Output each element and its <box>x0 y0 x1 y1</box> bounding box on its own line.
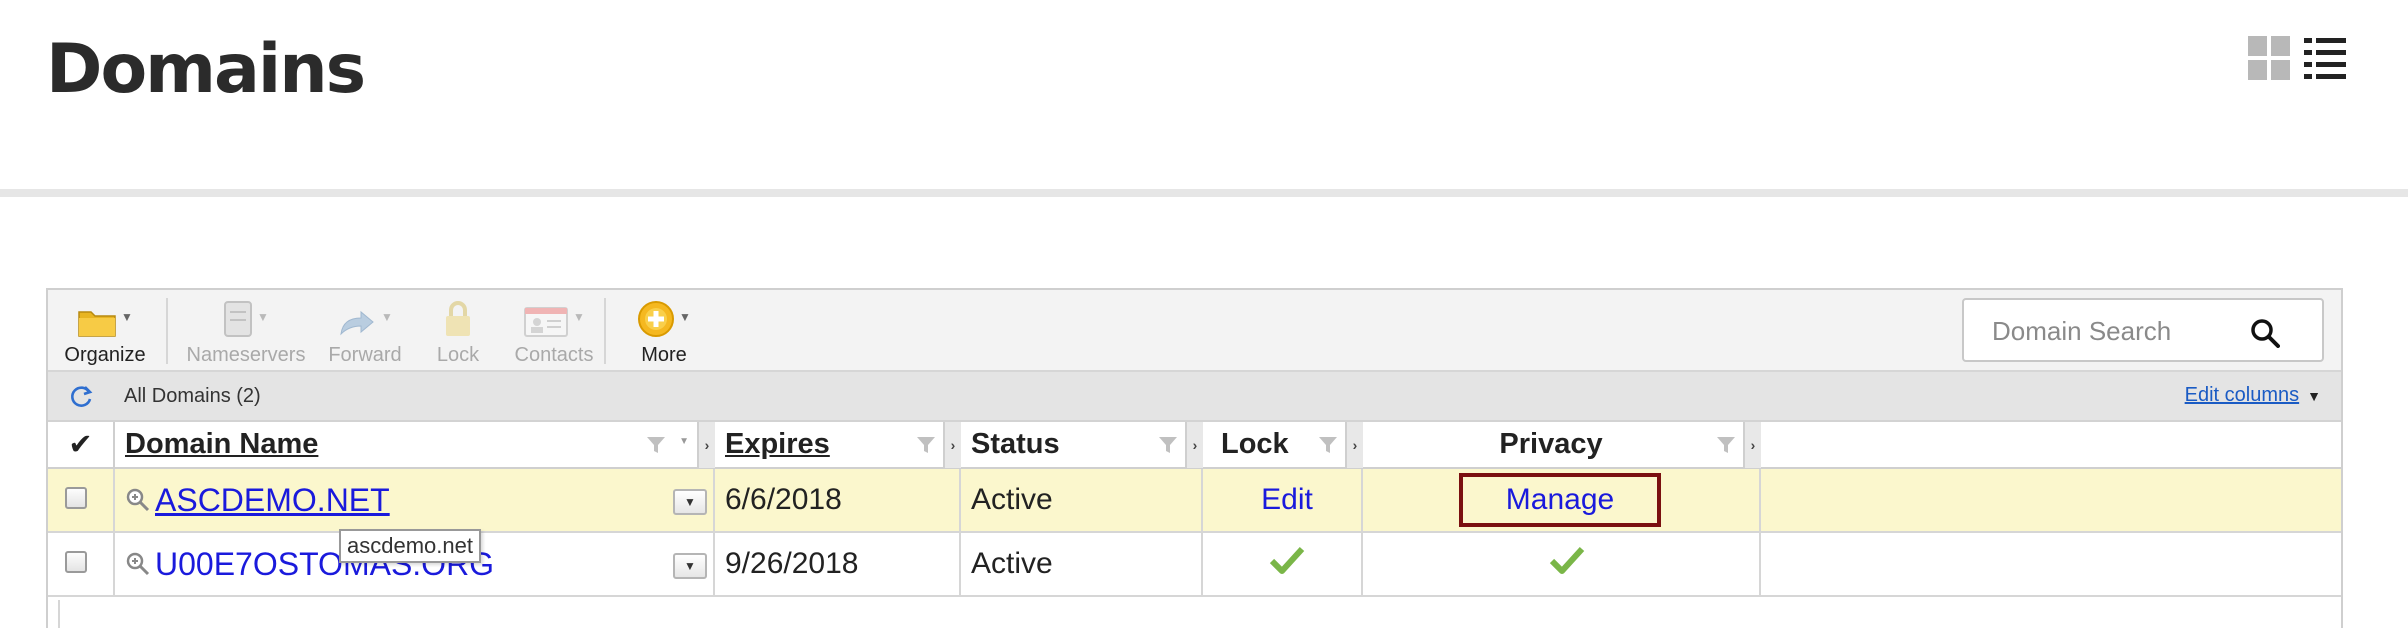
row-menu-button[interactable]: ▼ <box>673 489 707 515</box>
search-icon[interactable] <box>2250 318 2280 348</box>
header-divider <box>0 189 2408 197</box>
chevron-down-icon: ▼ <box>679 436 689 447</box>
organize-button[interactable]: ▼ Organize <box>60 290 150 370</box>
chevron-right-icon[interactable]: › <box>1345 422 1363 468</box>
chevron-right-icon[interactable]: › <box>697 422 715 468</box>
view-toggle <box>2248 36 2346 80</box>
domains-table: ✔ Domain Name ▼ › Expires › Status › Loc… <box>48 422 2341 597</box>
chevron-down-icon: ▼ <box>257 310 269 324</box>
domain-tooltip: ascdemo.net <box>339 529 481 563</box>
chevron-down-icon: ▼ <box>2307 388 2321 404</box>
column-header-status[interactable]: Status › <box>960 422 1203 469</box>
privacy-manage-link[interactable]: Manage <box>1459 473 1661 527</box>
empty-cell <box>1760 532 2341 597</box>
row-select <box>48 532 115 597</box>
row-select <box>48 468 115 533</box>
column-label: Domain Name <box>125 428 319 460</box>
row-checkbox[interactable] <box>65 487 87 509</box>
column-header-expires[interactable]: Expires › <box>714 422 961 469</box>
status-cell: Active <box>960 532 1203 597</box>
chevron-down-icon: ▼ <box>381 310 393 324</box>
chevron-down-icon: ▼ <box>573 310 585 324</box>
column-header-empty <box>1760 422 2341 469</box>
filter-icon[interactable] <box>1157 434 1179 456</box>
edit-columns-label: Edit columns <box>2184 384 2300 406</box>
row-menu-button[interactable]: ▼ <box>673 553 707 579</box>
grid-view-icon[interactable] <box>2248 36 2290 80</box>
domain-search-input[interactable] <box>1992 316 2242 347</box>
column-label: Lock <box>1221 428 1289 460</box>
column-label: Expires <box>725 428 830 460</box>
domain-search[interactable] <box>1962 298 2324 362</box>
lock-icon <box>446 301 470 336</box>
server-icon <box>224 301 253 337</box>
list-view-icon[interactable] <box>2304 36 2346 80</box>
expires-cell: 6/6/2018 <box>714 468 961 533</box>
zoom-icon[interactable] <box>125 487 151 513</box>
page-title: Domains <box>46 30 366 109</box>
column-header-privacy[interactable]: Privacy › <box>1362 422 1761 469</box>
check-icon <box>1269 546 1305 574</box>
privacy-cell <box>1362 532 1761 597</box>
empty-cell <box>1760 468 2341 533</box>
refresh-icon[interactable] <box>68 384 94 410</box>
contact-card-icon <box>524 307 569 337</box>
zoom-icon[interactable] <box>125 551 151 577</box>
table-row[interactable]: ASCDEMO.NET ▼ 6/6/2018 Active Edit Manag… <box>48 468 2341 533</box>
toolbar-separator <box>604 298 606 364</box>
edit-columns-link[interactable]: Edit columns ▼ <box>2185 384 2321 407</box>
lock-cell: Edit <box>1202 468 1363 533</box>
domain-cell: ASCDEMO.NET ▼ <box>114 468 715 533</box>
column-header-lock[interactable]: Lock › <box>1202 422 1363 469</box>
lock-edit-link[interactable]: Edit <box>1261 483 1313 516</box>
list-subbar: All Domains (2) Edit columns ▼ <box>48 372 2341 422</box>
chevron-right-icon[interactable]: › <box>943 422 961 468</box>
more-button[interactable]: ▼ More <box>624 290 704 370</box>
filter-icon[interactable] <box>915 434 937 456</box>
chevron-down-icon: ▼ <box>121 310 133 324</box>
chevron-right-icon[interactable]: › <box>1743 422 1761 468</box>
panel-footer-left <box>58 600 60 628</box>
toolbar-separator <box>166 298 168 364</box>
plus-circle-icon <box>638 301 675 337</box>
toolbar: ▼ Organize ▼ Nameservers ▼ Forward Lock … <box>48 290 2341 372</box>
column-header-domain-name[interactable]: Domain Name ▼ › <box>114 422 715 469</box>
filter-icon[interactable] <box>645 434 667 456</box>
forward-icon <box>340 310 374 336</box>
filter-icon[interactable] <box>1715 434 1737 456</box>
status-cell: Active <box>960 468 1203 533</box>
column-label: Status <box>971 428 1060 460</box>
folder-icon <box>78 311 116 337</box>
domains-panel: ▼ Organize ▼ Nameservers ▼ Forward Lock … <box>46 288 2343 628</box>
all-domains-count: All Domains (2) <box>124 385 261 407</box>
lock-cell <box>1202 532 1363 597</box>
privacy-cell: Manage <box>1362 468 1761 533</box>
filter-icon[interactable] <box>1317 434 1339 456</box>
check-icon <box>1549 546 1585 574</box>
nameservers-button[interactable]: ▼ Nameservers <box>186 290 306 370</box>
chevron-right-icon[interactable]: › <box>1185 422 1203 468</box>
select-all-checkbox[interactable]: ✔ <box>48 422 115 469</box>
contacts-button[interactable]: ▼ Contacts <box>504 290 604 370</box>
domain-link[interactable]: ASCDEMO.NET <box>155 482 390 519</box>
column-label: Privacy <box>1499 428 1603 460</box>
row-checkbox[interactable] <box>65 551 87 573</box>
lock-button[interactable]: Lock <box>428 290 488 370</box>
expires-cell: 9/26/2018 <box>714 532 961 597</box>
chevron-down-icon: ▼ <box>679 310 691 324</box>
forward-button[interactable]: ▼ Forward <box>320 290 410 370</box>
